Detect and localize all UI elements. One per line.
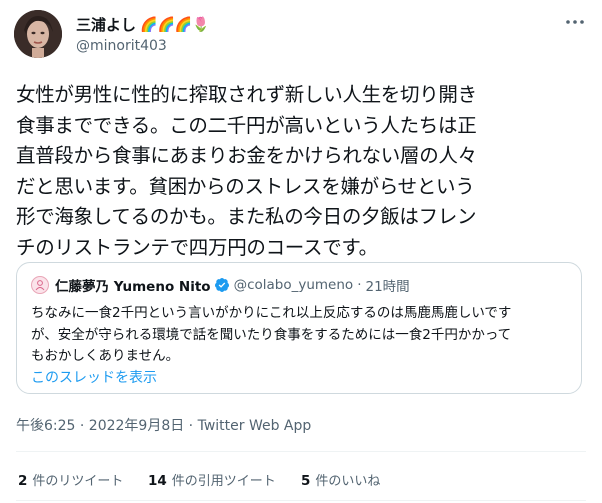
author-name-emoji: 🌈🌈🌈🌷 xyxy=(140,16,210,33)
more-dots-icon xyxy=(566,20,584,24)
author-handle[interactable]: @minorit403 xyxy=(76,38,167,54)
author-avatar[interactable] xyxy=(14,10,62,58)
quoted-author-avatar xyxy=(31,276,49,294)
engagement-stats: 2 件のリツイート 14 件の引用ツイート 5 件のいいね xyxy=(18,470,380,489)
divider-top xyxy=(16,451,586,452)
quoted-avatar-icon xyxy=(35,280,45,291)
divider-bottom xyxy=(16,500,586,501)
retweets-stat[interactable]: 2 件のリツイート xyxy=(18,470,148,489)
retweets-count: 2 xyxy=(18,473,28,489)
quote-tweets-label: 件の引用ツイート xyxy=(171,474,276,489)
quoted-time[interactable]: 21時間 xyxy=(365,275,409,295)
retweets-label: 件のリツイート xyxy=(32,474,124,489)
likes-label: 件のいいね xyxy=(315,474,381,489)
likes-stat[interactable]: 5 件のいいね xyxy=(301,470,380,489)
tweet-timestamp[interactable]: 午後6:25 · 2022年9月8日 · Twitter Web App xyxy=(16,415,311,435)
quoted-tweet-header: 仁藤夢乃 Yumeno Nito @colabo_yumeno · 21時間 xyxy=(31,275,410,295)
verified-badge-icon xyxy=(214,277,230,293)
author-name[interactable]: 三浦よし 🌈🌈🌈🌷 xyxy=(76,14,210,35)
more-options-button[interactable] xyxy=(562,12,588,32)
tweet-text: 女性が男性に性的に搾取されず新しい人生を切り開き 食事までできる。この二千円が高… xyxy=(16,83,477,259)
quoted-tweet-card[interactable]: 仁藤夢乃 Yumeno Nito @colabo_yumeno · 21時間 ち… xyxy=(16,262,582,394)
quote-tweets-count: 14 xyxy=(148,473,167,489)
likes-count: 5 xyxy=(301,473,311,489)
author-name-text: 三浦よし xyxy=(76,16,137,34)
quoted-author-handle: @colabo_yumeno xyxy=(233,277,354,293)
show-thread-link[interactable]: このスレッドを表示 xyxy=(31,367,157,387)
quote-tweets-stat[interactable]: 14 件の引用ツイート xyxy=(148,470,301,489)
quoted-author-name: 仁藤夢乃 Yumeno Nito xyxy=(55,279,211,295)
quoted-tweet-text: ちなみに一食2千円という言いがかりにこれ以上反応するのは馬鹿馬鹿しいです が、安… xyxy=(31,305,512,364)
quoted-meta-separator: · xyxy=(357,277,362,293)
